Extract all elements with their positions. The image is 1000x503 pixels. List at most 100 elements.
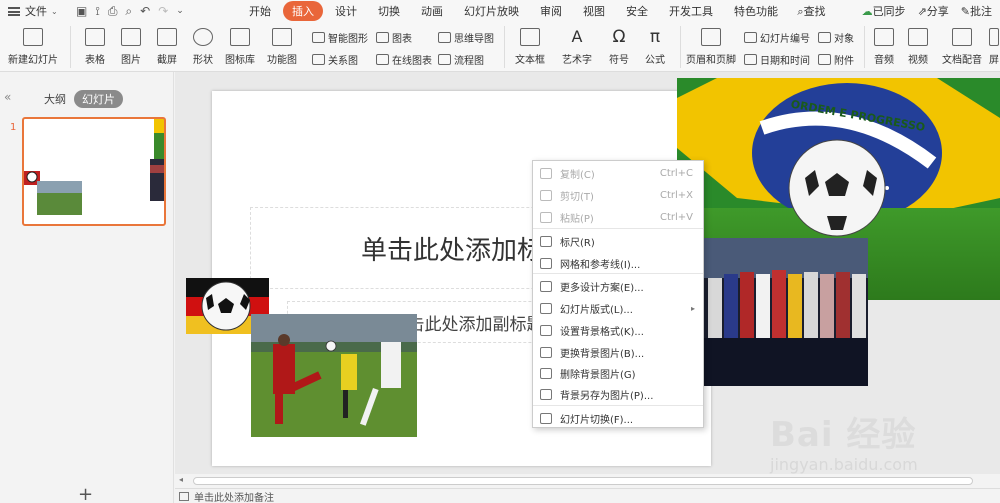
slide-number-button[interactable]: 幻灯片编号 bbox=[744, 30, 810, 45]
undo-icon[interactable]: ↶ bbox=[140, 4, 150, 18]
context-menu: 复制(C) Ctrl+C 剪切(T) Ctrl+X 粘贴(P) Ctrl+V 标尺(R) 网格… bbox=[532, 160, 704, 428]
header-footer-button[interactable]: 页眉和页脚 bbox=[684, 22, 738, 66]
save-icon[interactable]: ▣ bbox=[76, 4, 87, 18]
flowchart-button[interactable]: 流程图 bbox=[438, 52, 484, 67]
print-icon[interactable]: ⎙ bbox=[108, 4, 118, 19]
new-slide-icon bbox=[23, 28, 43, 46]
file-menu-button[interactable]: 文件 ⌄ bbox=[0, 0, 72, 22]
menu-item-label: 幻灯片切换(F)... bbox=[560, 414, 634, 426]
menu-tab[interactable]: 安全 bbox=[617, 1, 657, 21]
screenshot-button[interactable]: 截屏 bbox=[150, 22, 184, 66]
menu-tab[interactable]: 视图 bbox=[574, 1, 614, 21]
redo-icon[interactable]: ↷ bbox=[158, 4, 168, 18]
customize-toolbar-icon[interactable]: ⌄ bbox=[176, 6, 184, 16]
slides-tab[interactable]: 幻灯片 bbox=[74, 90, 123, 108]
attachment-button[interactable]: 附件 bbox=[818, 52, 854, 67]
sync-label: 已同步 bbox=[872, 5, 906, 18]
icon-library-button[interactable]: 图标库 bbox=[222, 22, 258, 66]
context-menu-item[interactable]: 更换背景图片(B)... bbox=[533, 342, 703, 362]
formula-button[interactable]: π 公式 bbox=[638, 22, 672, 66]
collapse-pane-icon[interactable]: « bbox=[4, 90, 11, 104]
menu-item-icon bbox=[540, 302, 552, 314]
textbox-button[interactable]: 文本框 bbox=[510, 22, 550, 66]
add-slide-button[interactable]: + bbox=[78, 484, 93, 503]
new-slide-label: 新建幻灯片 bbox=[8, 55, 58, 66]
context-menu-item[interactable]: 设置背景格式(K)... bbox=[533, 320, 703, 340]
relation-chart-icon bbox=[312, 54, 325, 65]
watermark-url: jingyan.baidu.com bbox=[770, 455, 918, 474]
icon-library-icon bbox=[230, 28, 250, 46]
scroll-left-icon[interactable]: ◂ bbox=[179, 475, 183, 484]
context-menu-item[interactable]: 更多设计方案(E)... bbox=[533, 276, 703, 296]
notes-area[interactable]: 单击此处添加备注 bbox=[175, 488, 1000, 503]
chart-button[interactable]: 图表 bbox=[376, 30, 412, 45]
textbox-label: 文本框 bbox=[515, 55, 545, 66]
menu-tab[interactable]: 开发工具 bbox=[660, 1, 722, 21]
more-label: 屏 bbox=[989, 55, 999, 66]
context-menu-item: 复制(C) Ctrl+C bbox=[533, 163, 703, 183]
menu-item-label: 背景另存为图片(P)... bbox=[560, 390, 654, 402]
slide-thumbnail[interactable] bbox=[22, 117, 166, 226]
video-button[interactable]: 视频 bbox=[902, 22, 934, 66]
symbol-button[interactable]: Ω 符号 bbox=[602, 22, 636, 66]
art-text-button[interactable]: A 艺术字 bbox=[556, 22, 598, 67]
menu-tab[interactable]: 幻灯片放映 bbox=[455, 1, 528, 21]
share-button[interactable]: ⇗分享 bbox=[918, 3, 949, 19]
more-button[interactable]: 屏 bbox=[988, 22, 1000, 66]
shape-button[interactable]: 形状 bbox=[186, 22, 220, 66]
menu-tab[interactable]: 开始 bbox=[240, 1, 280, 21]
context-menu-item[interactable]: 删除背景图片(G) bbox=[533, 363, 703, 383]
menu-item-label: 标尺(R) bbox=[560, 237, 595, 249]
context-menu-item: 剪切(T) Ctrl+X bbox=[533, 185, 703, 205]
smart-shape-button[interactable]: 智能图形 bbox=[312, 30, 368, 45]
menu-tab[interactable]: 切换 bbox=[369, 1, 409, 21]
menu-tab[interactable]: 审阅 bbox=[531, 1, 571, 21]
ribbon: 新建幻灯片 表格 图片 截屏 形状 图标库 功能图 智能图形 图表 思维导图 关… bbox=[0, 22, 1000, 72]
outline-tab[interactable]: 大纲 bbox=[44, 91, 66, 107]
sync-button[interactable]: ☁已同步 bbox=[862, 3, 906, 19]
function-chart-button[interactable]: 功能图 bbox=[262, 22, 302, 66]
menu-item-icon bbox=[540, 189, 552, 201]
online-chart-button[interactable]: 在线图表 bbox=[376, 52, 432, 67]
print-preview-icon[interactable]: ⌕ bbox=[125, 4, 132, 19]
relation-chart-button[interactable]: 关系图 bbox=[312, 52, 358, 67]
menu-item-shortcut: Ctrl+V bbox=[659, 211, 693, 223]
cloud-icon: ☁ bbox=[861, 5, 873, 18]
match-picture[interactable] bbox=[251, 314, 417, 437]
online-chart-icon bbox=[376, 54, 389, 65]
picture-button[interactable]: 图片 bbox=[114, 22, 148, 66]
menu-tab[interactable]: 特色功能 bbox=[725, 1, 787, 21]
context-menu-item[interactable]: 幻灯片版式(L)... ▸ bbox=[533, 298, 703, 318]
microphone-icon bbox=[952, 28, 972, 46]
date-time-button[interactable]: 日期和时间 bbox=[744, 52, 810, 67]
baidu-watermark: Bai 经验 jingyan.baidu.com bbox=[770, 395, 995, 485]
pane-tabs: 大纲 幻灯片 bbox=[44, 90, 123, 108]
table-button[interactable]: 表格 bbox=[78, 22, 112, 66]
picture-label: 图片 bbox=[121, 55, 141, 66]
menu-tab[interactable]: 插入 bbox=[283, 1, 323, 21]
context-menu-item[interactable]: 幻灯片切换(F)... bbox=[533, 408, 703, 428]
comment-button[interactable]: ✎批注 bbox=[961, 3, 992, 19]
object-button[interactable]: 对象 bbox=[818, 30, 854, 45]
menu-tab[interactable]: 设计 bbox=[326, 1, 366, 21]
flowchart-label: 流程图 bbox=[454, 56, 484, 67]
audio-button[interactable]: 音频 bbox=[868, 22, 900, 66]
format-painter-icon[interactable]: ⟟ bbox=[95, 4, 99, 19]
team-picture[interactable] bbox=[704, 238, 868, 386]
context-menu-item[interactable]: 标尺(R) bbox=[533, 231, 703, 251]
context-menu-item[interactable]: 网格和参考线(I)... bbox=[533, 253, 703, 273]
new-slide-button[interactable]: 新建幻灯片 bbox=[6, 22, 60, 66]
mind-map-button[interactable]: 思维导图 bbox=[438, 30, 494, 45]
menu-item-icon bbox=[540, 211, 552, 223]
menu-item-label: 更多设计方案(E)... bbox=[560, 282, 644, 294]
menu-item-icon bbox=[540, 346, 552, 358]
audio-label: 音频 bbox=[874, 55, 894, 66]
menu-item-icon bbox=[540, 167, 552, 179]
menu-item-shortcut: Ctrl+X bbox=[659, 189, 693, 201]
attachment-label: 附件 bbox=[834, 56, 854, 67]
menu-tab[interactable]: 动画 bbox=[412, 1, 452, 21]
search-button[interactable]: ⌕查找 bbox=[797, 3, 825, 19]
menu-item-icon bbox=[540, 367, 552, 379]
doc-voice-button[interactable]: 文档配音 bbox=[938, 22, 986, 66]
context-menu-item[interactable]: 背景另存为图片(P)... bbox=[533, 384, 703, 404]
